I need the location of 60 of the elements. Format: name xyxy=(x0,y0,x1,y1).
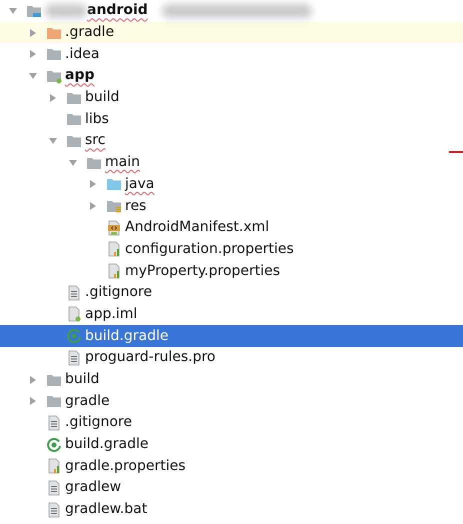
tree-item[interactable]: android xyxy=(0,0,463,22)
collapsed-arrow-icon[interactable] xyxy=(28,49,38,60)
tree-item[interactable]: build.gradle xyxy=(0,325,463,347)
item-label: configuration.properties xyxy=(125,240,294,258)
expanded-arrow-icon[interactable] xyxy=(28,70,38,81)
tree-item[interactable]: app xyxy=(0,65,463,87)
tree-item[interactable]: gradle xyxy=(0,390,463,412)
item-label: gradle.properties xyxy=(65,458,186,475)
item-label: build.gradle xyxy=(85,328,168,345)
item-label: gradlew xyxy=(65,479,122,496)
collapsed-arrow-icon[interactable] xyxy=(28,396,38,406)
tree-item[interactable]: build xyxy=(0,368,463,390)
item-label: libs xyxy=(85,110,109,128)
tree-item[interactable]: AndroidManifest.xml xyxy=(0,216,463,239)
collapsed-arrow-icon[interactable] xyxy=(88,179,98,190)
item-label: .gitignore xyxy=(85,284,152,302)
tree-item[interactable]: libs xyxy=(0,108,463,130)
tree-item[interactable]: src xyxy=(0,130,463,152)
tree-item[interactable]: gradle.properties xyxy=(0,455,463,478)
tree-item[interactable]: configuration.properties xyxy=(0,238,463,260)
collapsed-arrow-icon[interactable] xyxy=(28,374,38,385)
tree-item[interactable]: proguard-rules.pro xyxy=(0,347,463,369)
tree-item[interactable]: gradlew xyxy=(0,477,463,499)
tree-item[interactable]: .idea xyxy=(0,43,463,66)
tree-item[interactable]: .gradle xyxy=(0,22,463,44)
tree-item[interactable]: main xyxy=(0,152,463,174)
tree-item[interactable]: res xyxy=(0,195,463,217)
item-label: java xyxy=(125,176,154,193)
tree-item[interactable]: .gitignore xyxy=(0,282,463,304)
margin-marker xyxy=(449,151,463,153)
tree-item[interactable]: myProperty.properties xyxy=(0,260,463,282)
item-label: android xyxy=(87,2,148,20)
collapsed-arrow-icon[interactable] xyxy=(48,92,58,103)
expanded-arrow-icon[interactable] xyxy=(48,136,58,146)
item-label: AndroidManifest.xml xyxy=(125,219,270,236)
item-label: app xyxy=(65,67,94,84)
item-label: app.iml xyxy=(85,306,138,323)
item-label: build xyxy=(65,371,100,388)
expanded-arrow-icon[interactable] xyxy=(68,158,78,168)
collapsed-arrow-icon[interactable] xyxy=(88,201,98,212)
tree-item[interactable]: build xyxy=(0,86,463,108)
item-label: build xyxy=(85,89,120,106)
item-label: build.gradle xyxy=(65,436,148,454)
tree-item[interactable]: gradlew.bat xyxy=(0,498,463,520)
collapsed-arrow-icon[interactable] xyxy=(28,28,38,38)
tree-item[interactable]: build.gradle xyxy=(0,434,463,456)
item-label: gradle xyxy=(65,392,110,410)
item-label: .gitignore xyxy=(65,414,132,432)
item-label: myProperty.properties xyxy=(125,262,280,280)
tree-item[interactable]: app.iml xyxy=(0,304,463,326)
expanded-arrow-icon[interactable] xyxy=(8,6,18,16)
item-label: .idea xyxy=(65,46,100,63)
item-label: proguard-rules.pro xyxy=(85,349,216,366)
item-label: res xyxy=(125,198,146,215)
tree-item[interactable]: java xyxy=(0,174,463,196)
item-label: gradlew.bat xyxy=(65,501,148,518)
tree-item[interactable]: .gitignore xyxy=(0,412,463,434)
item-label: src xyxy=(85,132,106,150)
item-label: .gradle xyxy=(65,24,114,42)
item-label: main xyxy=(105,154,140,172)
